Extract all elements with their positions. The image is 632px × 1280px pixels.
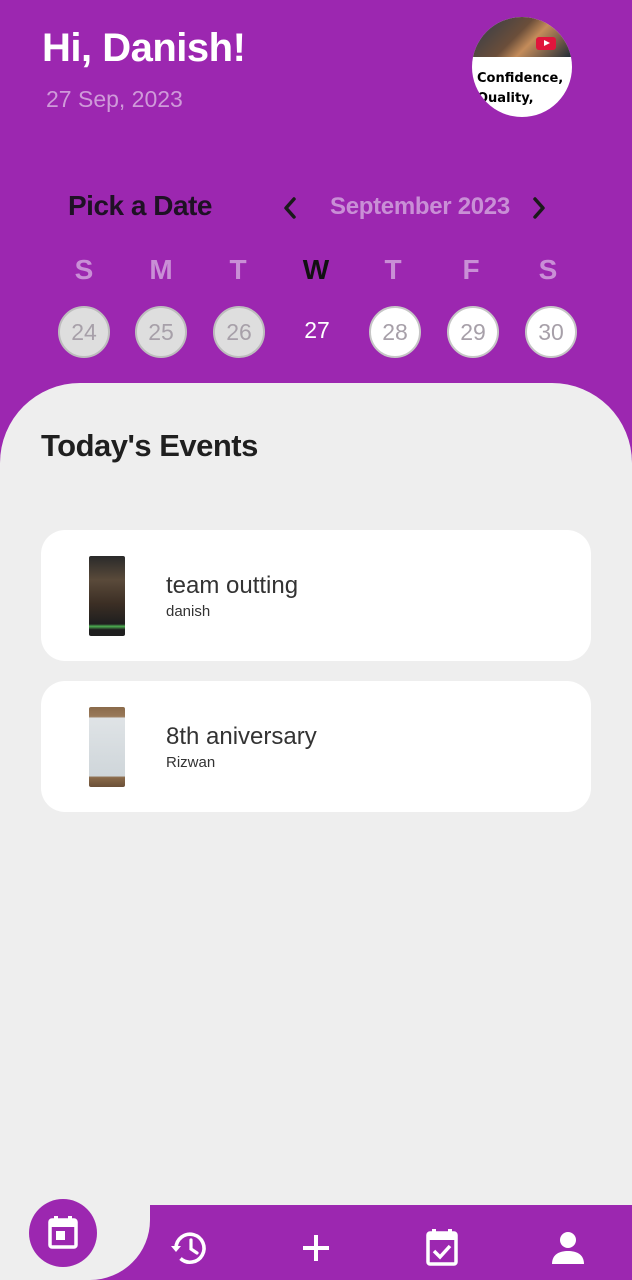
- chevron-right-icon[interactable]: [526, 193, 552, 223]
- day-26[interactable]: 26: [213, 306, 265, 358]
- event-card[interactable]: 8th aniversary Rizwan: [41, 681, 591, 812]
- pick-date-label: Pick a Date: [68, 190, 212, 221]
- todays-events-title: Today's Events: [41, 428, 258, 463]
- avatar-caption: Confidence, Quality,: [477, 71, 564, 106]
- play-icon: [536, 37, 556, 50]
- event-organizer: Rizwan: [166, 754, 216, 771]
- calendar-nav-button[interactable]: [29, 1199, 97, 1267]
- weekday-saturday: S: [538, 254, 558, 285]
- header: Hi, Danish! 27 Sep, 2023 Confidence, Qua…: [0, 0, 632, 420]
- avatar-image: [472, 17, 572, 57]
- event-title: 8th aniversary: [166, 723, 317, 750]
- chevron-left-icon[interactable]: [277, 193, 303, 223]
- weekday-thursday: T: [384, 254, 402, 285]
- event-thumbnail: [89, 707, 125, 787]
- weekday-tuesday: T: [229, 254, 247, 285]
- day-24[interactable]: 24: [58, 306, 110, 358]
- add-icon[interactable]: [296, 1228, 336, 1268]
- current-date: 27 Sep, 2023: [46, 86, 183, 112]
- month-label: September 2023: [330, 193, 510, 220]
- weekday-wednesday: W: [302, 254, 330, 285]
- history-icon[interactable]: [170, 1228, 210, 1268]
- day-30[interactable]: 30: [525, 306, 577, 358]
- calendar-icon: [48, 1216, 78, 1249]
- profile-avatar[interactable]: Confidence, Quality,: [472, 17, 572, 117]
- person-icon[interactable]: [548, 1228, 588, 1268]
- day-29[interactable]: 29: [447, 306, 499, 358]
- event-title: team outting: [166, 572, 299, 599]
- weekday-sunday: S: [74, 254, 94, 285]
- event-available-icon[interactable]: [422, 1228, 462, 1268]
- day-25[interactable]: 25: [135, 306, 187, 358]
- event-card[interactable]: team outting danish: [41, 530, 591, 661]
- day-28[interactable]: 28: [369, 306, 421, 358]
- event-thumbnail: [89, 556, 125, 636]
- weekday-friday: F: [462, 254, 480, 285]
- event-organizer: danish: [166, 603, 211, 620]
- day-27-selected[interactable]: 27: [291, 306, 343, 358]
- weekday-monday: M: [149, 254, 173, 285]
- greeting-text: Hi, Danish!: [42, 26, 246, 70]
